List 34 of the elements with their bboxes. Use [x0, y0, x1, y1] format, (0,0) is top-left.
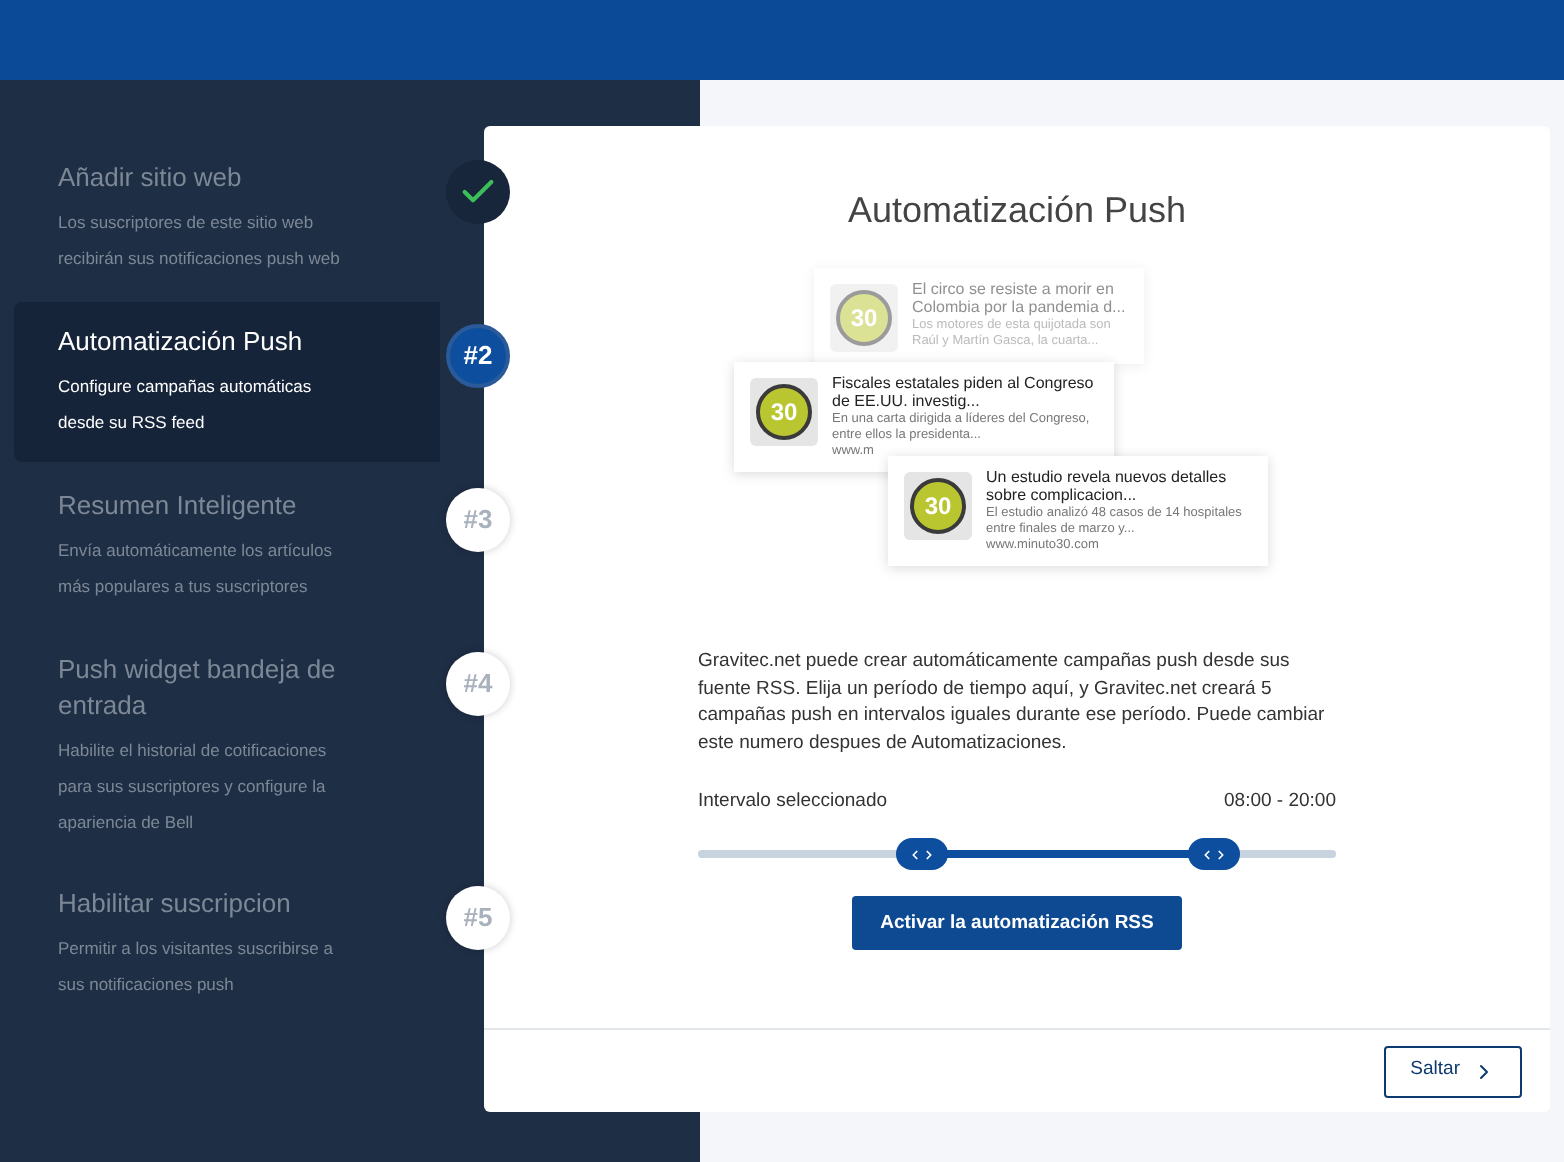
step-item[interactable]: Resumen Inteligente Envía automáticamente los artículos más populares a tus suscriptores: [14, 466, 440, 626]
step-badge: #2: [446, 324, 510, 388]
step-item[interactable]: Push widget bandeja de entrada Habilite el historial de cotificaciones para sus suscriptores y configure la apariencia de Bell: [14, 630, 440, 860]
interval-label: Intervalo seleccionado: [698, 788, 888, 816]
step-item[interactable]: Habilitar suscripcion Permitir a los visitantes suscribirse a sus notificaciones push: [14, 864, 440, 1024]
step-description: Habilite el historial de cotificaciones para sus suscriptores y configure la apariencia de Bell: [58, 738, 329, 836]
step-badge: #3: [446, 488, 510, 552]
range-slider[interactable]: [698, 838, 1336, 871]
logo-icon: 30: [830, 284, 898, 352]
logo-icon: 30: [750, 378, 818, 446]
slider-handle[interactable]: [895, 838, 948, 871]
step-title: Push widget bandeja de entrada: [58, 652, 338, 724]
step-badge: #4: [446, 652, 510, 716]
card-title: Automatización Push: [845, 188, 1189, 234]
step-badge: #5: [446, 886, 510, 950]
step-description: Configure campañas automáticas desde su RSS feed: [58, 374, 314, 436]
slider-handle[interactable]: [1188, 838, 1241, 871]
step-title: Habilitar suscripcion: [58, 886, 293, 922]
step-description: Permitir a los visitantes suscribirse a sus notificaciones push: [58, 936, 335, 998]
step-item[interactable]: Añadir sitio web Los suscriptores de este sitio web recibirán sus notificaciones push web: [14, 138, 440, 298]
interval-value: 08:00 - 20:00: [1224, 788, 1336, 816]
step-description: Los suscriptores de este sitio web recibirán sus notificaciones push web: [58, 210, 342, 272]
logo-icon: 30: [904, 472, 972, 540]
notification-title: Fiscales estatales piden al Congreso de EE.UU. investig...: [832, 374, 1096, 410]
skip-button[interactable]: Saltar: [1384, 1045, 1522, 1097]
notification-title: Un estudio revela nuevos detalles sobre complicacion...: [986, 468, 1229, 504]
activate-button[interactable]: Activar la automatización RSS: [852, 896, 1182, 951]
notification-title: El circo se resiste a morir en Colombia por la pandemia d...: [912, 280, 1128, 316]
step-title: Automatización Push: [58, 324, 305, 360]
step-description: Envía automáticamente los artículos más populares a tus suscriptores: [58, 538, 335, 600]
description-text: Gravitec.net puede crear automáticamente campañas push desde sus fuente RSS. Elija un período de tiempo aquí, y Gravitec.net creará 5 campañas push en intervalos iguales durante ese período. Puede cambiar este numero despues de Automatizaciones.: [698, 648, 1327, 756]
step-item[interactable]: Automatización Push Configure campañas automáticas desde su RSS feed: [14, 302, 440, 462]
step-title: Añadir sitio web: [58, 160, 244, 196]
step-title: Resumen Inteligente: [58, 488, 299, 524]
